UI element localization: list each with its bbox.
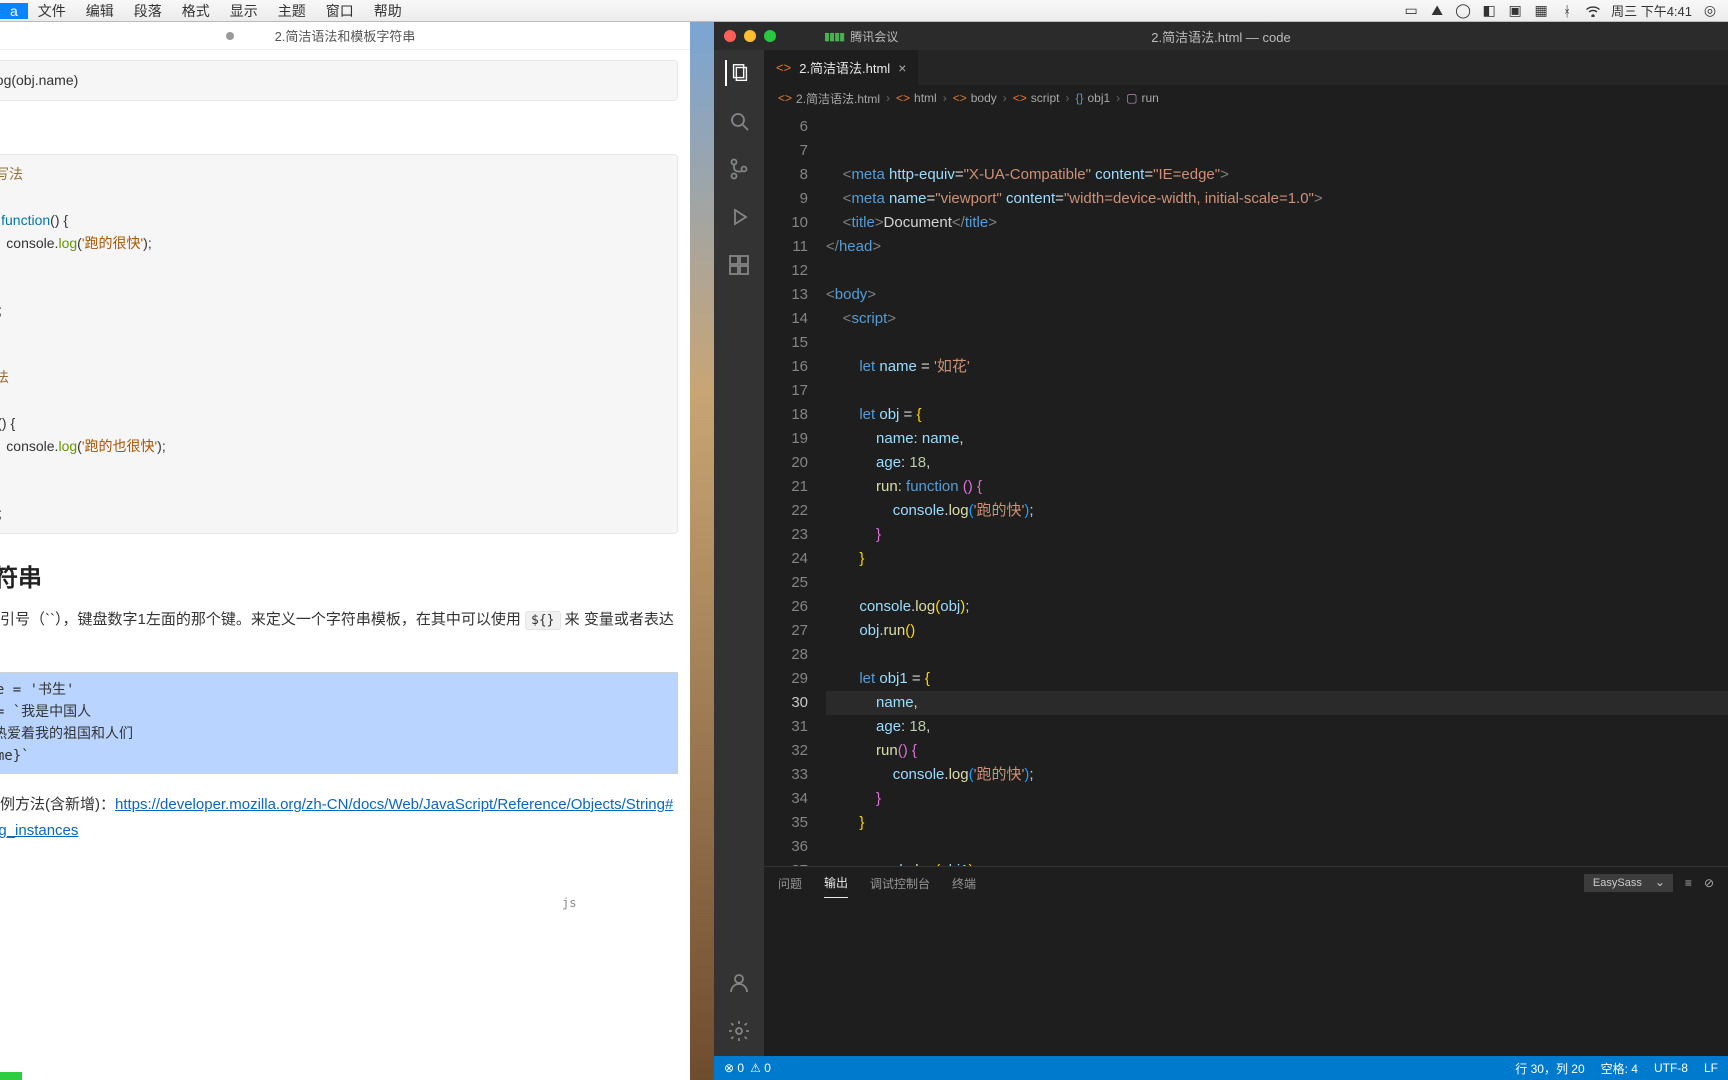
code-block-old[interactable]: 的写法 j={ n:function() { console.log('跑的很快…: [0, 154, 678, 534]
source-control-icon[interactable]: [726, 156, 752, 182]
search-icon[interactable]: [726, 108, 752, 134]
app-menu[interactable]: a: [0, 3, 28, 19]
tab-file[interactable]: <> 2.简洁语法.html ×: [764, 50, 919, 85]
html-file-icon: <>: [776, 60, 791, 75]
signal-icon: ▮▮▮▮: [824, 30, 844, 43]
vscode-window: ▮▮▮▮ 腾讯会议 2.简洁语法.html — code <> 2.简洁语法.h…: [714, 22, 1728, 1080]
output-select[interactable]: EasySass: [1584, 874, 1673, 892]
explorer-icon[interactable]: [725, 60, 751, 86]
menu-view[interactable]: 显示: [220, 1, 268, 21]
tag-icon: <>: [1013, 91, 1027, 105]
panel-tab-output[interactable]: 输出: [824, 868, 848, 898]
output-channel-select[interactable]: EasySass: [1584, 874, 1673, 892]
activity-bar: [714, 50, 764, 1056]
gear-icon[interactable]: [726, 1018, 752, 1044]
traffic-lights[interactable]: [724, 30, 776, 42]
menu-file[interactable]: 文件: [28, 1, 76, 21]
battery-icon: ▭: [1403, 3, 1419, 19]
circle-icon[interactable]: ◯: [1455, 3, 1471, 19]
menu-theme[interactable]: 主题: [268, 1, 316, 21]
warning-icon: ⚠: [750, 1061, 761, 1075]
editor-tabs: <> 2.简洁语法.html ×: [764, 50, 1728, 85]
link-paragraph: 的实例方法(含新增)：https://developer.mozilla.org…: [0, 792, 678, 844]
menu-format[interactable]: 格式: [172, 1, 220, 21]
tag-icon: <>: [953, 91, 967, 105]
status-encoding[interactable]: UTF-8: [1654, 1061, 1688, 1075]
menubar-left: a 文件 编辑 段落 格式 显示 主题 窗口 帮助: [0, 1, 412, 21]
heading-short: 写：: [0, 115, 690, 140]
code-block-top[interactable]: e.log(obj.name): [0, 60, 678, 101]
method-icon: ▢: [1126, 91, 1137, 105]
paragraph-desc: 用反引号（``），键盘数字1左面的那个键。来定义一个字符串模板，在其中可以使用 …: [0, 607, 678, 660]
panel-tabs: 问题 输出 调试控制台 终端 EasySass ≡ ⊘: [764, 867, 1728, 899]
minimize-icon[interactable]: [744, 30, 756, 42]
menu-help[interactable]: 帮助: [364, 1, 412, 21]
code-block-selected[interactable]: ame = '书生' r = `我是中国人 也热爱着我的祖国和人们 name}`: [0, 672, 678, 774]
meeting-indicator[interactable]: ▮▮▮▮ 腾讯会议: [824, 28, 898, 45]
square3-icon[interactable]: ▦: [1533, 3, 1549, 19]
inline-code: ${}: [525, 611, 560, 630]
macos-menubar: a 文件 编辑 段落 格式 显示 主题 窗口 帮助 ▭ ⛰ ◯ ◧ ▣ ▦ ᚼ …: [0, 0, 1728, 22]
desktop-wallpaper: [690, 22, 714, 1080]
panel-tab-terminal[interactable]: 终端: [952, 869, 976, 898]
status-errors[interactable]: ⊗ 0: [724, 1061, 744, 1075]
error-icon: ⊗: [724, 1061, 734, 1075]
menu-paragraph[interactable]: 段落: [124, 1, 172, 21]
square2-icon[interactable]: ▣: [1507, 3, 1523, 19]
vscode-titlebar[interactable]: ▮▮▮▮ 腾讯会议 2.简洁语法.html — code: [714, 22, 1728, 50]
siri-icon[interactable]: ◎: [1702, 3, 1718, 19]
extensions-icon[interactable]: [726, 252, 752, 278]
typora-progress: [0, 1072, 22, 1080]
breadcrumb[interactable]: <> 2.简洁语法.html › <> html › <> body › <> …: [764, 85, 1728, 111]
bluetooth-icon[interactable]: ᚼ: [1559, 3, 1575, 19]
status-eol[interactable]: LF: [1704, 1061, 1718, 1075]
panel-lock-icon[interactable]: ≡: [1685, 876, 1692, 890]
bottom-panel: 问题 输出 调试控制台 终端 EasySass ≡ ⊘: [764, 866, 1728, 1056]
code-area[interactable]: <meta http-equiv="X-UA-Compatible" conte…: [826, 111, 1728, 866]
status-cursor[interactable]: 行 30，列 20: [1515, 1060, 1584, 1077]
debug-icon[interactable]: [726, 204, 752, 230]
tag-icon: <>: [896, 91, 910, 105]
modified-dot-icon: [226, 32, 234, 40]
status-indent[interactable]: 空格: 4: [1601, 1060, 1638, 1077]
typora-window: 2.简洁语法和模板字符串 e.log(obj.name) 写： 的写法 j={ …: [0, 22, 690, 1080]
section-title: 字符串: [0, 558, 690, 593]
menu-edit[interactable]: 编辑: [76, 1, 124, 21]
panel-tab-problems[interactable]: 问题: [778, 869, 802, 898]
tab-label: 2.简洁语法.html: [799, 58, 890, 77]
window-title: 2.简洁语法.html — code: [1151, 27, 1290, 46]
zoom-icon[interactable]: [764, 30, 776, 42]
typora-body[interactable]: e.log(obj.name) 写： 的写法 j={ n:function() …: [0, 50, 690, 852]
status-warnings[interactable]: ⚠ 0: [750, 1061, 771, 1075]
html-file-icon: <>: [778, 91, 792, 105]
clock[interactable]: 周三 下午4:41: [1611, 1, 1692, 20]
object-icon: {}: [1075, 91, 1083, 105]
mountain-icon[interactable]: ⛰: [1429, 3, 1445, 19]
wifi-icon[interactable]: [1585, 3, 1601, 19]
square1-icon[interactable]: ◧: [1481, 3, 1497, 19]
panel-clear-icon[interactable]: ⊘: [1704, 876, 1714, 890]
status-bar: ⊗ 0 ⚠ 0 行 30，列 20 空格: 4 UTF-8 LF: [714, 1056, 1728, 1080]
menubar-right: ▭ ⛰ ◯ ◧ ▣ ▦ ᚼ 周三 下午4:41 ◎: [1403, 1, 1728, 20]
line-gutter: 6789101112131415161718192021222324252627…: [764, 111, 826, 866]
menu-window[interactable]: 窗口: [316, 1, 364, 21]
code-editor[interactable]: 6789101112131415161718192021222324252627…: [764, 111, 1728, 866]
account-icon[interactable]: [726, 970, 752, 996]
panel-tab-debug[interactable]: 调试控制台: [870, 869, 930, 898]
close-icon[interactable]: [724, 30, 736, 42]
tab-close-icon[interactable]: ×: [898, 60, 906, 76]
typora-doc-title: 2.简洁语法和模板字符串: [275, 26, 416, 45]
typora-titlebar: 2.简洁语法和模板字符串: [0, 22, 690, 50]
